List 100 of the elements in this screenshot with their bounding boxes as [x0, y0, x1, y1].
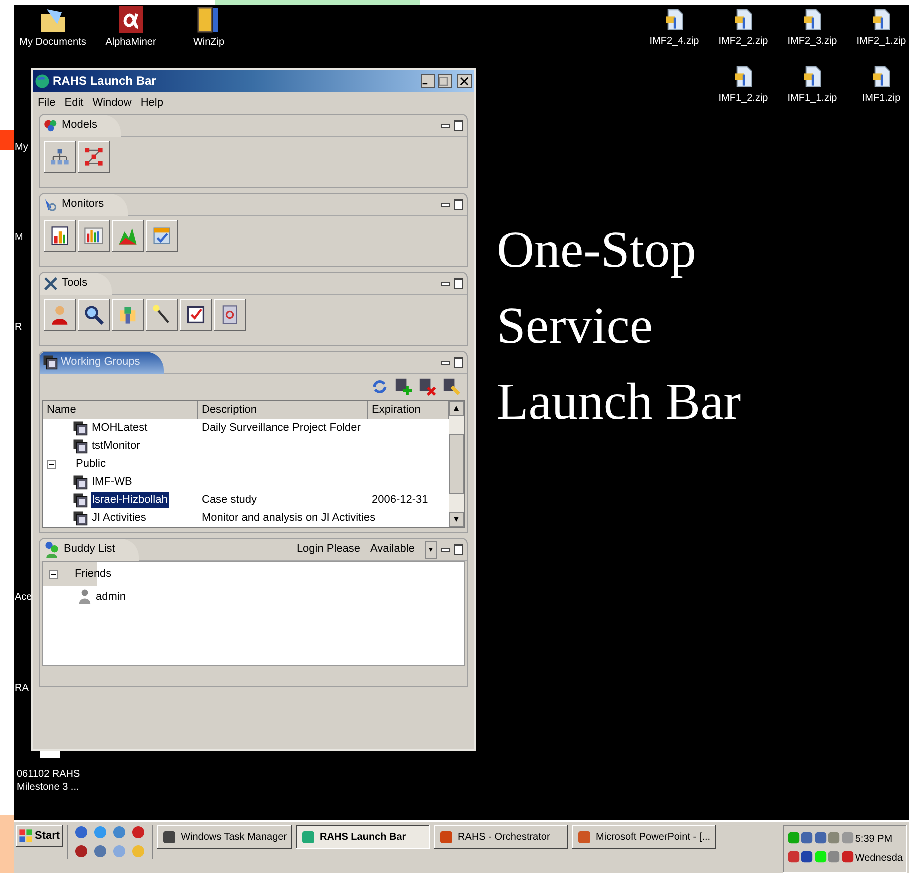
tool-button[interactable]: [180, 299, 212, 331]
minimize-button[interactable]: [441, 124, 450, 128]
tray-icon: [800, 830, 814, 846]
minimize-button[interactable]: [441, 202, 450, 206]
desktop-icon-label[interactable]: Ace: [15, 590, 32, 605]
maximize-button[interactable]: [454, 544, 463, 555]
desktop-icon-label[interactable]: IMF1_1.zip: [788, 91, 838, 106]
tool-button[interactable]: [44, 141, 76, 173]
desktop-icon-label[interactable]: 061102 RAHS Milestone 3 ...: [17, 768, 80, 794]
delete-icon: [419, 378, 437, 396]
minimize-button[interactable]: [441, 360, 450, 364]
add-icon: [395, 378, 413, 396]
desktop-icon-label[interactable]: IMF2_2.zip: [718, 34, 768, 49]
clock-day: Wednesda: [855, 849, 903, 868]
desktop-icon-label[interactable]: WinZip: [193, 35, 225, 50]
tree-item[interactable]: Israel-Hizbollah: [91, 492, 169, 508]
tree-item[interactable]: IMF-WB: [91, 474, 134, 490]
folder-stack-icon: [43, 355, 58, 370]
caret-icon: [428, 548, 434, 552]
tool-button[interactable]: [112, 220, 144, 252]
maximize-button[interactable]: [438, 74, 452, 88]
people-icon: [43, 540, 61, 558]
menu-item[interactable]: Help: [140, 94, 164, 112]
desktop-icon-label[interactable]: My: [15, 140, 28, 155]
tool-button[interactable]: [146, 220, 178, 252]
minimize-button[interactable]: [441, 548, 450, 552]
folder-stack-icon: [73, 474, 88, 490]
panel-tab[interactable]: Models: [40, 114, 122, 136]
buddy-item[interactable]: admin: [96, 588, 126, 606]
tray-icon: [787, 849, 801, 865]
bar-chart-icon: [49, 225, 71, 247]
column-header[interactable]: Description: [198, 401, 368, 419]
desktop-icon-label[interactable]: IMF1.zip: [862, 91, 901, 106]
desktop-icon-label[interactable]: IMF2_1.zip: [856, 34, 906, 49]
panel-tab[interactable]: Buddy List: [40, 538, 140, 560]
tool-button[interactable]: [78, 220, 110, 252]
desktop-icon-label[interactable]: My Documents: [20, 35, 86, 50]
status-dropdown[interactable]: [425, 540, 437, 558]
maximize-button[interactable]: [454, 199, 463, 210]
down-arrow-icon: [453, 517, 460, 522]
tool-button[interactable]: [44, 299, 76, 331]
taskbar-button[interactable]: RAHS - Orchestrator: [434, 825, 568, 849]
close-icon: [460, 76, 469, 86]
folder-stack-icon: [73, 438, 88, 454]
table-cell: Monitor and analysis on JI Activities: [202, 512, 376, 524]
tool-button[interactable]: [78, 141, 110, 173]
maximize-button[interactable]: [454, 278, 463, 289]
maximize-button[interactable]: [454, 357, 463, 368]
status-label: Available: [370, 542, 415, 558]
desktop-icon-label[interactable]: RA: [15, 681, 29, 696]
tool-button[interactable]: [112, 299, 144, 331]
menu-item[interactable]: File: [38, 94, 56, 112]
panel-tab[interactable]: Monitors: [40, 194, 128, 216]
magnifier-icon: [83, 304, 105, 326]
maximize-button[interactable]: [454, 120, 463, 131]
tree-item[interactable]: Public: [75, 456, 107, 472]
add-group-button[interactable]: [395, 378, 413, 396]
menu-item[interactable]: Edit: [64, 94, 84, 112]
tool-button[interactable]: [214, 299, 246, 331]
taskbar-button[interactable]: RAHS Launch Bar: [296, 825, 430, 849]
desktop-icon-label[interactable]: R: [15, 320, 22, 335]
bar-chart-icon: [83, 225, 105, 247]
tray-icon: [800, 849, 814, 865]
tray-icon: [827, 849, 842, 865]
refresh-icon: [371, 378, 389, 396]
folder-stack-icon: [73, 510, 88, 526]
tree-item[interactable]: JI Activities: [91, 510, 148, 526]
login-label[interactable]: Login Please: [296, 541, 361, 558]
collapse-toggle[interactable]: [49, 570, 58, 578]
start-button[interactable]: Start: [16, 825, 64, 847]
column-header[interactable]: Name: [43, 401, 198, 419]
table-cell: 2006-12-31: [372, 494, 428, 506]
taskbar-button[interactable]: Microsoft PowerPoint - [...: [572, 825, 716, 849]
folder-stack-icon: [73, 420, 88, 436]
tree-item[interactable]: MOHLatest: [91, 420, 149, 436]
refresh-button[interactable]: [371, 378, 389, 396]
table-cell: Daily Surveillance Project Folder: [202, 422, 361, 434]
delete-group-button[interactable]: [419, 378, 437, 396]
desktop-icon-label[interactable]: IMF1_2.zip: [718, 91, 768, 106]
checklist-icon: [185, 304, 207, 326]
desktop-icon-label[interactable]: AlphaMiner: [106, 35, 156, 50]
desktop-icon-label[interactable]: IMF2_3.zip: [788, 34, 838, 49]
close-button[interactable]: [457, 74, 472, 88]
buddy-group[interactable]: Friends: [75, 566, 112, 582]
tool-button[interactable]: [146, 299, 178, 331]
tool-button[interactable]: [78, 299, 110, 331]
tree-item[interactable]: tstMonitor: [91, 438, 142, 454]
collapse-toggle[interactable]: [47, 460, 56, 468]
panel-tab[interactable]: Tools: [40, 272, 112, 294]
tool-button[interactable]: [44, 220, 76, 252]
scrollbar[interactable]: [449, 401, 464, 527]
desktop-icon-label[interactable]: IMF2_4.zip: [650, 34, 700, 49]
up-arrow-icon: [453, 406, 460, 411]
desktop-icon-label[interactable]: M: [15, 230, 24, 245]
taskbar-button[interactable]: Windows Task Manager: [157, 825, 292, 849]
user-icon: [77, 588, 93, 606]
network-icon: [83, 146, 105, 168]
minimize-button[interactable]: [421, 74, 435, 88]
minimize-button[interactable]: [441, 282, 450, 286]
menu-item[interactable]: Window: [92, 94, 132, 112]
